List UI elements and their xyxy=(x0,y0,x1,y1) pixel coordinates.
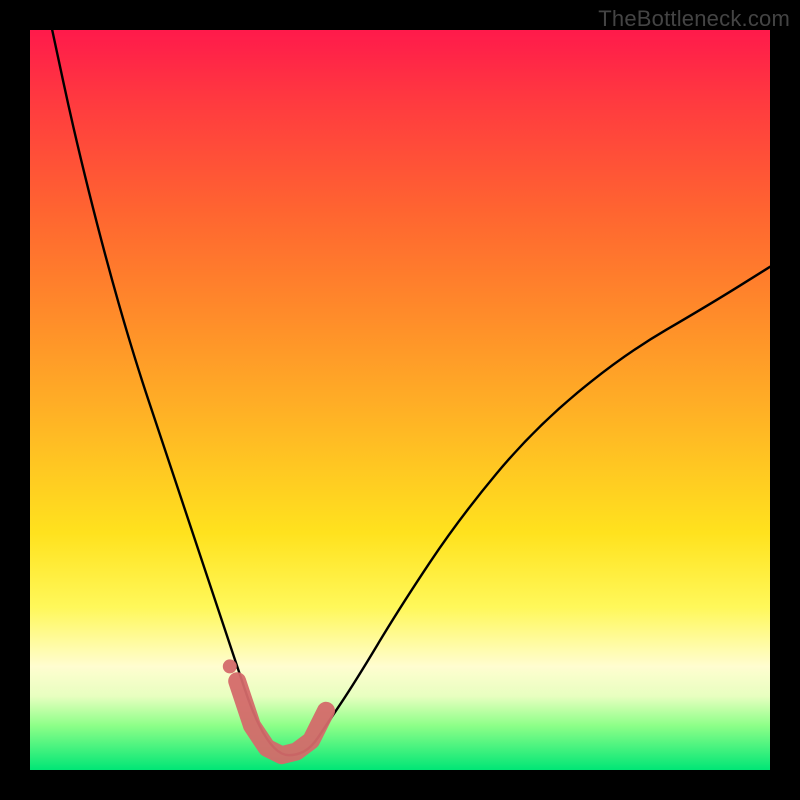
chart-frame: TheBottleneck.com xyxy=(0,0,800,800)
valley-dot xyxy=(223,659,237,673)
plot-area xyxy=(30,30,770,770)
watermark-text: TheBottleneck.com xyxy=(598,6,790,32)
bottleneck-curve xyxy=(52,30,770,755)
chart-svg xyxy=(30,30,770,770)
valley-highlight xyxy=(237,681,326,755)
